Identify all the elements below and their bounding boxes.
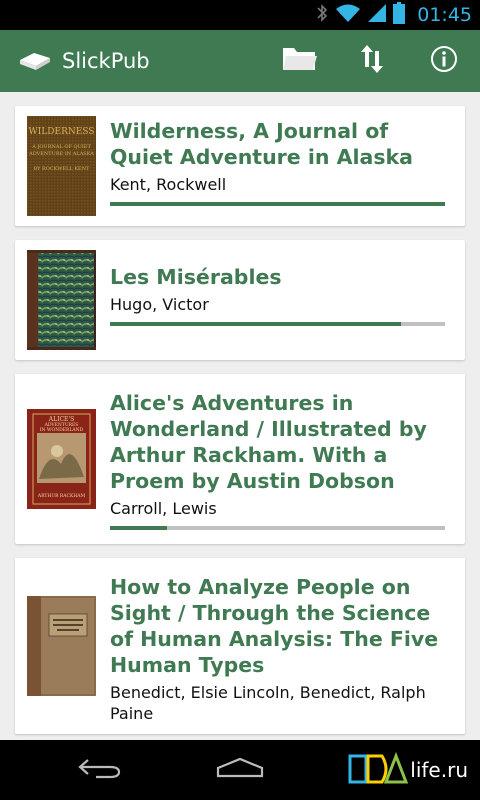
book-author: Benedict, Elsie Lincoln, Benedict, Ralph…: [110, 683, 426, 723]
cover-text: BY ROCKWELL KENT: [34, 166, 91, 172]
folder-icon: [282, 45, 318, 77]
reading-progress-bar: [110, 202, 445, 206]
sort-icon: [361, 43, 383, 79]
signal-icon: [367, 3, 387, 27]
app-title: SlickPub: [62, 49, 150, 73]
book-title: Alice's Adventures in Wonderland / Illus…: [110, 391, 427, 493]
reading-progress-fill: [110, 322, 402, 326]
book-info: How to Analyze People on Sight / Through…: [110, 568, 445, 724]
book-cover: ALICE'S ADVENTURES IN WONDERLAND ARTHUR …: [27, 409, 96, 509]
book-author: Carroll, Lewis: [110, 499, 217, 518]
reading-progress-bar: [110, 322, 445, 326]
watermark-text: life.ru: [410, 758, 468, 782]
reading-progress-fill: [110, 526, 167, 530]
cover-text: IN WONDERLAND: [40, 427, 84, 433]
cover-text: ADVENTURE IN ALASKA: [28, 151, 94, 157]
book-title: Wilderness, A Journal of Quiet Adventure…: [110, 119, 413, 169]
cover-text: A JOURNAL OF QUIET: [31, 144, 91, 150]
book-author: Kent, Rockwell: [110, 175, 227, 194]
sort-button[interactable]: [336, 30, 408, 92]
book-title: Les Misérables: [110, 265, 282, 289]
home-icon: [216, 756, 264, 784]
book-card[interactable]: Les Misérables Hugo, Victor: [15, 240, 465, 360]
book-info: Alice's Adventures in Wonderland / Illus…: [110, 384, 445, 534]
watermark-logo: [348, 750, 409, 790]
action-bar-actions: [264, 30, 480, 92]
watermark: life.ru: [348, 748, 468, 792]
book-info: Wilderness, A Journal of Quiet Adventure…: [110, 116, 445, 216]
info-button[interactable]: [408, 30, 480, 92]
open-folder-button[interactable]: [264, 30, 336, 92]
book-cover: [27, 250, 96, 350]
book-card[interactable]: ALICE'S ADVENTURES IN WONDERLAND ARTHUR …: [15, 374, 465, 544]
navigation-bar: life.ru: [0, 740, 480, 800]
book-info: Les Misérables Hugo, Victor: [110, 250, 445, 350]
home-button[interactable]: [170, 740, 310, 800]
back-button[interactable]: [30, 740, 170, 800]
cover-text: ALICE'S: [48, 416, 74, 423]
wifi-icon: [335, 3, 361, 27]
book-cover: [27, 596, 96, 696]
app-logo-book-icon[interactable]: [18, 44, 52, 78]
reading-progress-fill: [110, 202, 445, 206]
status-bar: 01:45: [0, 0, 480, 30]
info-icon: [430, 45, 458, 77]
status-time: 01:45: [417, 4, 472, 26]
reading-progress-bar: [110, 526, 445, 530]
cover-text: WILDERNESS: [29, 127, 95, 137]
book-title: How to Analyze People on Sight / Through…: [110, 575, 439, 677]
book-author: Hugo, Victor: [110, 295, 209, 314]
cover-text: ARTHUR RACKHAM: [37, 493, 86, 499]
book-list[interactable]: WILDERNESS A JOURNAL OF QUIET ADVENTURE …: [0, 92, 480, 740]
back-icon: [78, 756, 122, 784]
book-cover: WILDERNESS A JOURNAL OF QUIET ADVENTURE …: [27, 116, 96, 216]
book-card[interactable]: How to Analyze People on Sight / Through…: [15, 558, 465, 734]
book-card[interactable]: WILDERNESS A JOURNAL OF QUIET ADVENTURE …: [15, 106, 465, 226]
action-bar: SlickPub: [0, 30, 480, 92]
battery-icon: [393, 2, 406, 28]
bluetooth-icon: [315, 3, 329, 27]
